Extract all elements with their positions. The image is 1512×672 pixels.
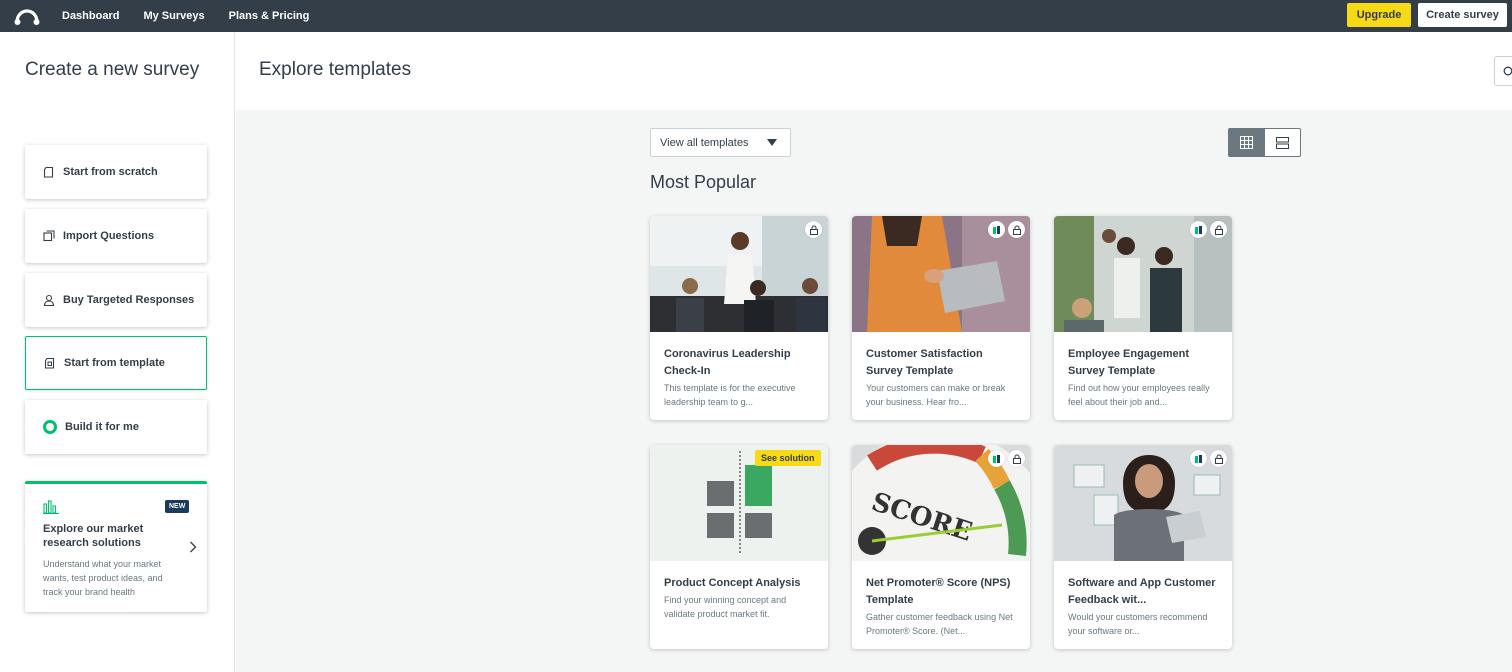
card-title: Net Promoter® Score (NPS) Template — [866, 577, 1011, 606]
page-title: Explore templates — [259, 59, 412, 80]
buy-targeted-responses-option[interactable]: Buy Targeted Responses — [25, 273, 207, 327]
meeting-photo — [650, 216, 828, 332]
benchmark-icon — [988, 450, 1005, 467]
template-card[interactable]: Customer Satisfaction Survey Template Yo… — [852, 216, 1030, 420]
grid-icon — [1240, 136, 1253, 149]
benchmark-icon — [1190, 221, 1207, 238]
template-card[interactable]: SCORE Net Promoter® Score (NPS) Template… — [852, 445, 1030, 649]
sidebar-title: Create a new survey — [25, 59, 200, 80]
option-label: Start from scratch — [63, 166, 158, 178]
option-label: Buy Targeted Responses — [63, 294, 195, 306]
benchmark-icon — [1190, 450, 1207, 467]
bar-chart-icon — [43, 500, 59, 514]
search-button[interactable] — [1494, 56, 1512, 86]
card-title: Employee Engagement Survey Template — [1068, 348, 1190, 377]
card-title: Software and App Customer Feedback wit..… — [1068, 577, 1216, 606]
card-title: Customer Satisfaction Survey Template — [866, 348, 983, 377]
grid-view-toggle[interactable] — [1228, 128, 1265, 157]
build-it-for-me-option[interactable]: Build it for me — [25, 400, 207, 454]
select-value: View all templates — [660, 136, 749, 149]
lock-icon — [1210, 221, 1227, 238]
card-title: Product Concept Analysis — [664, 577, 801, 589]
template-card[interactable]: See solution Product Concept Analysis Fi… — [650, 445, 828, 649]
ring-icon — [43, 420, 57, 434]
start-from-template-option[interactable]: Start from template — [25, 336, 207, 390]
option-label: Import Questions — [63, 230, 155, 242]
card-description: Find your winning concept and validate p… — [664, 595, 787, 619]
surveymonkey-logo-icon[interactable] — [14, 6, 40, 26]
import-questions-option[interactable]: Import Questions — [25, 209, 207, 263]
top-nav-bar: Dashboard My Surveys Plans & Pricing Upg… — [0, 0, 1512, 32]
card-description: This template is for the executive leade… — [664, 383, 796, 407]
new-badge: NEW — [165, 500, 190, 513]
search-icon — [1503, 66, 1512, 76]
chevron-right-icon — [190, 541, 197, 553]
card-description: Find out how your employees really feel … — [1068, 383, 1210, 407]
nav-my-surveys[interactable]: My Surveys — [143, 10, 204, 22]
copy-pages-icon — [43, 230, 55, 242]
person-icon — [43, 294, 55, 306]
template-card[interactable]: Coronavirus Leadership Check-In This tem… — [650, 216, 828, 420]
template-card[interactable]: Software and App Customer Feedback wit..… — [1054, 445, 1232, 649]
template-page-icon — [44, 357, 55, 369]
card-description: Your customers can make or break your bu… — [866, 383, 1006, 407]
option-label: Build it for me — [65, 421, 139, 433]
card-description: Would your customers recommend your soft… — [1068, 612, 1208, 636]
lock-icon — [805, 221, 822, 238]
caret-down-icon — [767, 139, 777, 146]
lock-icon — [1008, 450, 1025, 467]
sidebar: Create a new survey Start from scratch I… — [0, 32, 235, 672]
card-description: Gather customer feedback using Net Promo… — [866, 612, 1013, 636]
card-title: Coronavirus Leadership Check-In — [664, 348, 791, 377]
promo-description: Understand what your market wants, test … — [43, 559, 163, 597]
promo-title: Explore our market research solutions — [43, 523, 144, 549]
create-survey-button[interactable]: Create survey — [1418, 3, 1507, 27]
upgrade-button[interactable]: Upgrade — [1347, 3, 1411, 27]
template-filter-select[interactable]: View all templates — [650, 128, 791, 157]
option-label: Start from template — [64, 357, 165, 369]
lock-icon — [1008, 221, 1025, 238]
see-solution-tag[interactable]: See solution — [755, 450, 821, 466]
blank-page-icon — [43, 166, 54, 178]
market-research-promo[interactable]: NEW Explore our market research solution… — [25, 481, 207, 612]
template-gallery: View all templates Most Popular Coronavi… — [236, 110, 1512, 672]
lock-icon — [1210, 450, 1227, 467]
section-title: Most Popular — [650, 172, 757, 192]
main-nav: Dashboard My Surveys Plans & Pricing — [62, 0, 309, 32]
template-card[interactable]: Employee Engagement Survey Template Find… — [1054, 216, 1232, 420]
start-from-scratch-option[interactable]: Start from scratch — [25, 145, 207, 199]
list-icon — [1276, 137, 1289, 149]
nav-plans-pricing[interactable]: Plans & Pricing — [229, 10, 310, 22]
nav-dashboard[interactable]: Dashboard — [62, 10, 119, 22]
benchmark-icon — [988, 221, 1005, 238]
main-header: Explore templates — [236, 32, 1512, 110]
list-view-toggle[interactable] — [1264, 128, 1301, 157]
